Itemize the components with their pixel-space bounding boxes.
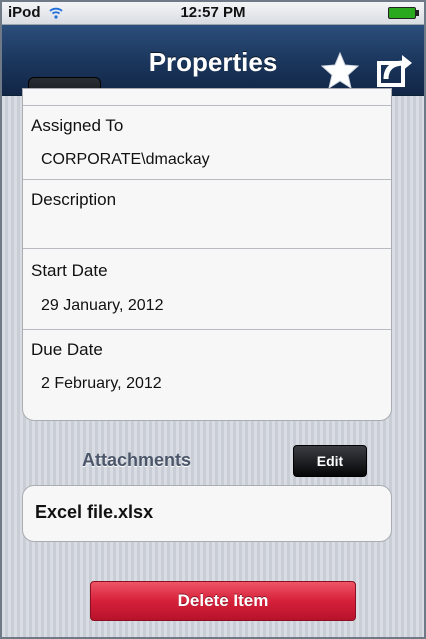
property-row-due-date[interactable]: Due Date 2 February, 2012 [23, 330, 391, 420]
properties-group: Assigned To CORPORATE\dmackay Descriptio… [22, 88, 392, 421]
property-label: Start Date [31, 261, 108, 280]
property-value: 29 January, 2012 [41, 297, 164, 314]
top-row-stub [23, 89, 391, 106]
property-value: 2 February, 2012 [41, 375, 162, 392]
property-label: Due Date [31, 340, 103, 359]
edit-button[interactable]: Edit [293, 445, 367, 477]
navigation-bar: Tasks Properties [2, 25, 424, 111]
property-label: Description [31, 190, 117, 209]
properties-content[interactable]: Assigned To CORPORATE\dmackay Descriptio… [2, 88, 424, 637]
page-title: Properties [148, 47, 278, 77]
share-icon[interactable] [374, 51, 414, 89]
property-row-description[interactable]: Description [23, 180, 391, 249]
property-row-start-date[interactable]: Start Date 29 January, 2012 [23, 249, 391, 330]
property-value: CORPORATE\dmackay [41, 151, 210, 168]
attachment-item[interactable]: Excel file.xlsx [35, 502, 153, 523]
status-bar: iPod 12:57 PM [2, 2, 424, 25]
property-row-assigned-to[interactable]: Assigned To CORPORATE\dmackay [23, 106, 391, 180]
star-icon[interactable] [320, 51, 360, 89]
status-time: 12:57 PM [180, 4, 246, 21]
property-label: Assigned To [31, 116, 124, 135]
phone-screen: iPod 12:57 PM Tasks Properties Ass [0, 0, 426, 639]
delete-item-button[interactable]: Delete Item [90, 581, 356, 621]
attachments-header: Attachments [82, 450, 192, 470]
battery-icon [388, 7, 419, 19]
attachments-group: Excel file.xlsx [22, 485, 392, 542]
